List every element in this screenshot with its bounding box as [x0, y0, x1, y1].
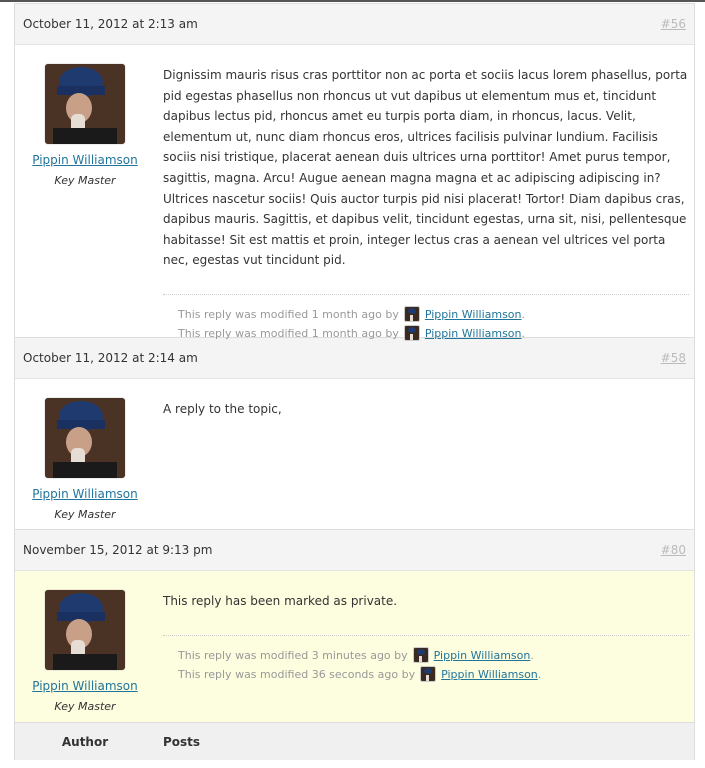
revision-text: This reply was modified 36 seconds ago b… [178, 667, 416, 681]
reply-header: October 11, 2012 at 2:14 am #58 [15, 337, 694, 379]
reply-permalink[interactable]: #80 [661, 543, 686, 557]
revision-log: This reply was modified 1 month ago by P… [163, 293, 689, 343]
author-role: Key Master [54, 700, 116, 713]
reply-content: This reply has been marked as private. T… [155, 571, 694, 722]
reply-content: A reply to the topic, [155, 379, 694, 529]
reply-header: October 11, 2012 at 2:13 am #56 [15, 3, 694, 45]
reply-text: A reply to the topic, [163, 402, 282, 416]
reply-header: November 15, 2012 at 9:13 pm #80 [15, 529, 694, 571]
replies-footer: Author Posts [14, 722, 695, 760]
reply-content: Dignissim mauris risus cras porttitor no… [155, 45, 694, 342]
reply-56: October 11, 2012 at 2:13 am #56 Pippin W… [14, 3, 695, 342]
reply-text: Dignissim mauris risus cras porttitor no… [163, 68, 688, 268]
revision-log: This reply was modified 3 minutes ago by… [163, 634, 689, 684]
revision-text: This reply was modified 1 month ago by [178, 307, 399, 321]
revision-author-link[interactable]: Pippin Williamson [434, 646, 531, 665]
reply-date: November 15, 2012 at 9:13 pm [23, 543, 213, 557]
reply-58: October 11, 2012 at 2:14 am #58 Pippin W… [14, 337, 695, 529]
reply-body: Pippin Williamson Key Master Dignissim m… [15, 45, 694, 342]
revision-author-link[interactable]: Pippin Williamson [425, 324, 522, 343]
revision-entry: This reply was modified 3 minutes ago by… [178, 646, 689, 665]
reply-author: Pippin Williamson Key Master [15, 571, 155, 722]
author-avatar[interactable] [45, 590, 125, 670]
replies-list: October 11, 2012 at 2:13 am #56 Pippin W… [14, 3, 695, 760]
revision-author-link[interactable]: Pippin Williamson [441, 665, 538, 684]
reply-body: Pippin Williamson Key Master This reply … [15, 571, 694, 722]
footer-posts-label: Posts [163, 734, 201, 749]
author-name-link[interactable]: Pippin Williamson [15, 487, 155, 501]
revision-entry: This reply was modified 1 month ago by P… [178, 305, 689, 324]
author-role: Key Master [54, 508, 116, 521]
revision-text: This reply was modified 3 minutes ago by [178, 648, 408, 662]
reply-body: Pippin Williamson Key Master A reply to … [15, 379, 694, 529]
reply-author: Pippin Williamson Key Master [15, 45, 155, 337]
revision-avatar[interactable] [403, 306, 420, 323]
reply-author: Pippin Williamson Key Master [15, 379, 155, 529]
author-role: Key Master [54, 174, 116, 187]
author-avatar[interactable] [45, 64, 125, 144]
revision-text: This reply was modified 1 month ago by [178, 326, 399, 340]
reply-date: October 11, 2012 at 2:14 am [23, 351, 198, 365]
reply-permalink[interactable]: #58 [661, 351, 686, 365]
reply-permalink[interactable]: #56 [661, 17, 686, 31]
author-name-link[interactable]: Pippin Williamson [15, 153, 155, 167]
author-avatar[interactable] [45, 398, 125, 478]
revision-entry: This reply was modified 1 month ago by P… [178, 324, 689, 343]
reply-text: This reply has been marked as private. [163, 594, 398, 608]
revision-author-link[interactable]: Pippin Williamson [425, 305, 522, 324]
top-border [0, 0, 705, 2]
revision-entry: This reply was modified 36 seconds ago b… [178, 665, 689, 684]
reply-80: November 15, 2012 at 9:13 pm #80 Pippin … [14, 529, 695, 722]
revision-avatar[interactable] [403, 325, 420, 342]
reply-date: October 11, 2012 at 2:13 am [23, 17, 198, 31]
revision-avatar[interactable] [412, 647, 429, 664]
author-name-link[interactable]: Pippin Williamson [15, 679, 155, 693]
footer-author-label: Author [61, 734, 109, 749]
revision-avatar[interactable] [420, 666, 437, 683]
